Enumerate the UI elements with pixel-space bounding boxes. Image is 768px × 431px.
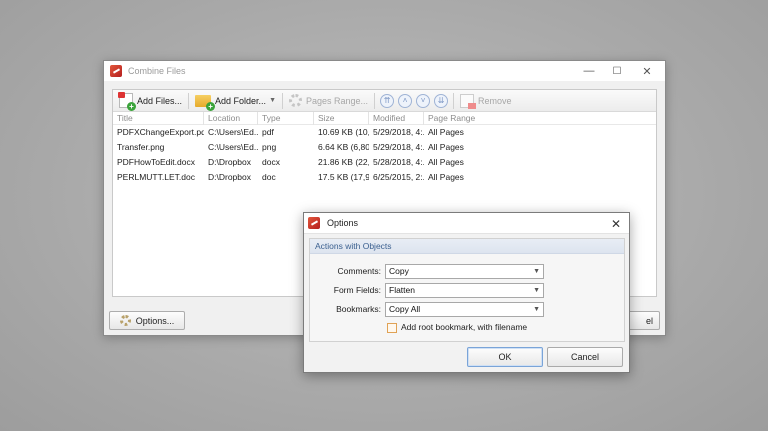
cell-size: 6.64 KB (6,80...: [318, 142, 369, 152]
toolbar-separator: [453, 92, 455, 109]
cell-location: C:\Users\Ed...: [208, 142, 258, 152]
table-row[interactable]: PERLMUTT.LET.doc D:\Dropbox doc 17.5 KB …: [113, 170, 656, 185]
options-titlebar: Options ✕: [304, 213, 629, 234]
group-header: Actions with Objects: [310, 239, 624, 254]
toolbar-separator: [374, 92, 376, 109]
options-cancel-label: Cancel: [570, 352, 599, 362]
cell-type: doc: [262, 172, 276, 182]
close-icon[interactable]: ✕: [603, 213, 629, 234]
comments-select[interactable]: Copy ▼: [385, 264, 544, 279]
toolbar-separator: [188, 92, 190, 109]
cell-modified: 6/25/2015, 2:...: [373, 172, 424, 182]
remove-button[interactable]: Remove: [457, 92, 515, 110]
column-header-title[interactable]: Title: [113, 111, 204, 125]
combine-files-titlebar: Combine Files — ☐ ✕: [104, 61, 665, 81]
chevron-down-icon: ▼: [533, 306, 540, 313]
pages-range-icon: [289, 94, 302, 107]
pages-range-button[interactable]: Pages Range...: [286, 92, 371, 110]
options-dialog: Options ✕ Actions with Objects Comments:…: [303, 212, 630, 373]
cell-type: docx: [262, 157, 280, 167]
table-row[interactable]: PDFHowToEdit.docx D:\Dropbox docx 21.86 …: [113, 155, 656, 170]
add-files-label: Add Files...: [137, 95, 183, 106]
table-row[interactable]: PDFXChangeExport.pdf C:\Users\Ed... pdf …: [113, 125, 656, 140]
add-root-bookmark-label[interactable]: Add root bookmark, with filename: [401, 322, 527, 332]
add-root-bookmark-checkbox[interactable]: [387, 323, 397, 333]
add-file-icon: +: [118, 92, 136, 111]
cell-page-range: All Pages: [428, 142, 464, 152]
add-folder-label: Add Folder...: [215, 95, 267, 106]
bookmarks-label: Bookmarks:: [336, 304, 381, 314]
move-up-icon[interactable]: ˄: [398, 93, 413, 108]
bookmarks-select[interactable]: Copy All ▼: [385, 302, 544, 317]
cell-modified: 5/29/2018, 4:...: [373, 142, 424, 152]
cell-title: PDFHowToEdit.docx: [117, 157, 195, 167]
cell-title: PDFXChangeExport.pdf: [117, 127, 204, 137]
column-header-modified[interactable]: Modified: [369, 111, 424, 125]
combine-toolbar: + Add Files... + Add Folder... ▼ Pages R…: [113, 90, 656, 112]
cell-modified: 5/28/2018, 4:...: [373, 157, 424, 167]
app-logo-icon: [110, 65, 122, 77]
cell-location: C:\Users\Ed...: [208, 127, 258, 137]
gear-icon: [119, 315, 131, 326]
minimize-button[interactable]: —: [575, 61, 603, 81]
chevron-down-icon: ▼: [533, 268, 540, 275]
cell-type: png: [262, 142, 277, 152]
options-cancel-button[interactable]: Cancel: [547, 347, 623, 367]
cell-size: 17.5 KB (17,9...: [318, 172, 369, 182]
actions-with-objects-group: Actions with Objects Comments: Copy ▼ Fo…: [309, 238, 625, 342]
chevron-down-icon[interactable]: ▼: [269, 97, 276, 104]
column-header-page-range[interactable]: Page Range: [424, 112, 513, 125]
cell-location: D:\Dropbox: [208, 172, 251, 182]
options-button-label: Options...: [135, 315, 175, 326]
form-fields-label: Form Fields:: [333, 285, 381, 295]
cell-title: Transfer.png: [117, 142, 165, 152]
toolbar-separator: [282, 92, 283, 109]
add-folder-icon: +: [195, 94, 216, 111]
cell-page-range: All Pages: [428, 127, 464, 137]
cell-page-range: All Pages: [428, 157, 464, 167]
form-fields-value: Flatten: [389, 285, 415, 295]
cell-type: pdf: [262, 127, 274, 137]
add-files-button[interactable]: + Add Files...: [116, 92, 185, 111]
comments-value: Copy: [389, 266, 409, 276]
cancel-button-label: el: [645, 315, 653, 326]
maximize-button[interactable]: ☐: [603, 61, 631, 81]
ok-button-label: OK: [498, 352, 512, 362]
cell-title: PERLMUTT.LET.doc: [117, 172, 195, 182]
remove-label: Remove: [478, 95, 512, 106]
dialog-title: Options: [327, 218, 359, 228]
move-bottom-icon[interactable]: ⇊: [434, 93, 449, 108]
comments-label: Comments:: [337, 266, 381, 276]
table-row[interactable]: Transfer.png C:\Users\Ed... png 6.64 KB …: [113, 140, 656, 155]
remove-icon: [460, 93, 477, 109]
move-top-icon[interactable]: ⇈: [380, 93, 395, 108]
cell-size: 21.86 KB (22,...: [318, 157, 369, 167]
window-title: Combine Files: [128, 66, 186, 76]
chevron-down-icon: ▼: [533, 287, 540, 294]
column-header-size[interactable]: Size: [314, 111, 369, 125]
file-list-header: Title Location Type Size Modified Page R…: [113, 111, 656, 125]
pages-range-label: Pages Range...: [306, 95, 369, 106]
options-button[interactable]: Options...: [109, 311, 185, 330]
move-down-icon[interactable]: ˅: [416, 93, 431, 108]
add-folder-button[interactable]: + Add Folder... ▼: [192, 92, 279, 111]
ok-button[interactable]: OK: [467, 347, 543, 367]
cell-modified: 5/29/2018, 4:...: [373, 127, 424, 137]
close-button[interactable]: ✕: [633, 61, 661, 81]
bookmarks-value: Copy All: [389, 304, 421, 314]
column-header-location[interactable]: Location: [204, 111, 258, 125]
column-header-type[interactable]: Type: [258, 111, 314, 125]
form-fields-select[interactable]: Flatten ▼: [385, 283, 544, 298]
cell-page-range: All Pages: [428, 172, 464, 182]
cell-size: 10.69 KB (10,...: [318, 127, 369, 137]
app-logo-icon: [308, 217, 320, 229]
cell-location: D:\Dropbox: [208, 157, 251, 167]
